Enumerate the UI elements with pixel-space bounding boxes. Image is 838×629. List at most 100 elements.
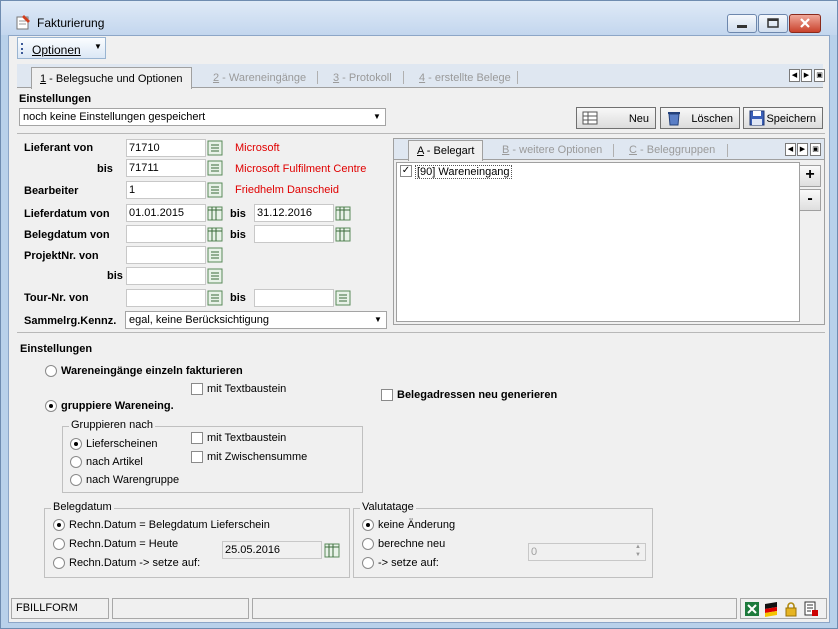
rechn-heute-radio[interactable] bbox=[53, 538, 65, 550]
lieferscheinen-radio[interactable] bbox=[70, 438, 82, 450]
maximize-button[interactable] bbox=[758, 14, 788, 33]
spin-up-icon[interactable]: ▲ bbox=[635, 544, 644, 551]
belegart-item-label: [90] Wareneingang bbox=[415, 165, 512, 179]
calendar-icon[interactable] bbox=[335, 205, 351, 221]
belegdatum-label: Belegdatum von bbox=[24, 229, 110, 241]
lookup-grid-icon[interactable] bbox=[207, 160, 223, 176]
gruppe-textbaustein-checkbox[interactable] bbox=[191, 432, 203, 444]
add-button[interactable]: + bbox=[799, 165, 821, 187]
lookup-grid-icon[interactable] bbox=[207, 268, 223, 284]
tab-prev-icon[interactable]: ◀ bbox=[789, 69, 800, 82]
zwischensumme-checkbox[interactable] bbox=[191, 451, 203, 463]
tab-window-icon[interactable]: ▣ bbox=[814, 69, 825, 82]
tab-next-icon[interactable]: ▶ bbox=[801, 69, 812, 82]
nach-artikel-radio[interactable] bbox=[70, 456, 82, 468]
excel-icon[interactable] bbox=[744, 601, 760, 617]
keine-aenderung-radio[interactable] bbox=[362, 519, 374, 531]
lieferdatum-label: Lieferdatum von bbox=[24, 208, 110, 220]
tab-prev-icon[interactable]: ◀ bbox=[785, 143, 796, 156]
bearbeiter-value: 1 bbox=[129, 184, 136, 196]
lookup-grid-icon[interactable] bbox=[207, 182, 223, 198]
save-button-label: Speichern bbox=[766, 113, 816, 125]
list-item[interactable]: ✓ [90] Wareneingang bbox=[400, 165, 600, 179]
sammel-combo[interactable]: egal, keine Berücksichtigung ▼ bbox=[125, 311, 387, 329]
optionen-menu[interactable]: Optionen ▼ bbox=[17, 37, 106, 59]
mit-textbaustein-checkbox[interactable] bbox=[191, 383, 203, 395]
lieferscheinen-label: Lieferscheinen bbox=[86, 438, 158, 450]
belegdatum-bis-label: bis bbox=[230, 229, 246, 241]
rechn-setze-radio[interactable] bbox=[53, 557, 65, 569]
new-button[interactable]: Neu bbox=[576, 107, 656, 129]
belegdatum-von-input[interactable] bbox=[126, 225, 206, 243]
lookup-grid-icon[interactable] bbox=[207, 140, 223, 156]
save-button[interactable]: Speichern bbox=[743, 107, 823, 129]
lookup-grid-icon[interactable] bbox=[335, 290, 351, 306]
tab-beleggruppen[interactable]: C - Beleggruppen bbox=[621, 140, 723, 161]
chevron-down-icon: ▼ bbox=[373, 112, 381, 121]
options-heading: Einstellungen bbox=[20, 343, 93, 355]
belegadressen-label: Belegadressen neu generieren bbox=[397, 389, 558, 401]
close-button[interactable] bbox=[789, 14, 821, 33]
title-bar[interactable]: Fakturierung bbox=[1, 1, 837, 35]
gruppiere-radio[interactable] bbox=[45, 400, 57, 412]
tab-window-icon[interactable]: ▣ bbox=[810, 143, 821, 156]
nach-warengruppe-radio[interactable] bbox=[70, 474, 82, 486]
lookup-grid-icon[interactable] bbox=[207, 290, 223, 306]
lieferant-bis-name: Microsoft Fulfilment Centre bbox=[235, 163, 367, 175]
document-icon[interactable] bbox=[803, 601, 819, 617]
bearbeiter-label: Bearbeiter bbox=[24, 185, 79, 197]
german-flag-icon[interactable] bbox=[763, 601, 779, 617]
tab-belegsuche[interactable]: 1 - Belegsuche und Optionen bbox=[31, 67, 192, 89]
status-form-text: FBILLFORM bbox=[16, 602, 78, 614]
tab-wareneingaenge[interactable]: 2 - Wareneingänge bbox=[205, 67, 314, 88]
lieferdatum-von-input[interactable]: 01.01.2015 bbox=[126, 204, 206, 222]
tab-protokoll[interactable]: 3 - Protokoll bbox=[325, 67, 400, 88]
einzeln-radio[interactable] bbox=[45, 365, 57, 377]
belegart-list[interactable]: ✓ [90] Wareneingang bbox=[396, 162, 800, 322]
lieferant-bis-value: 71711 bbox=[129, 162, 159, 174]
settings-combo[interactable]: noch keine Einstellungen gespeichert ▼ bbox=[19, 108, 386, 126]
projekt-von-input[interactable] bbox=[126, 246, 206, 264]
belegadressen-checkbox[interactable] bbox=[381, 389, 393, 401]
lookup-grid-icon[interactable] bbox=[207, 247, 223, 263]
lieferant-von-input[interactable]: 71710 bbox=[126, 139, 206, 157]
rechn-belegdatum-radio[interactable] bbox=[53, 519, 65, 531]
tour-von-input[interactable] bbox=[126, 289, 206, 307]
valuta-setze-label: -> setze auf: bbox=[378, 557, 439, 569]
valuta-setze-radio[interactable] bbox=[362, 557, 374, 569]
remove-button[interactable]: - bbox=[799, 189, 821, 211]
bearbeiter-input[interactable]: 1 bbox=[126, 181, 206, 199]
lieferdatum-von-value: 01.01.2015 bbox=[129, 207, 185, 219]
calendar-icon[interactable] bbox=[207, 226, 223, 242]
rechn-setze-label: Rechn.Datum -> setze auf: bbox=[69, 557, 201, 569]
belegart-checkbox[interactable]: ✓ bbox=[400, 165, 412, 177]
valuta-days-input[interactable]: 0 bbox=[528, 543, 646, 561]
divider bbox=[17, 332, 825, 333]
berechne-neu-radio[interactable] bbox=[362, 538, 374, 550]
lock-icon[interactable] bbox=[783, 601, 799, 617]
lieferdatum-bis-input[interactable]: 31.12.2016 bbox=[254, 204, 334, 222]
tab-belegart[interactable]: A - Belegart bbox=[408, 140, 484, 161]
tab-next-icon[interactable]: ▶ bbox=[797, 143, 808, 156]
status-pane bbox=[112, 598, 249, 619]
status-icons-pane bbox=[740, 598, 827, 619]
belegdatum-bis-input[interactable] bbox=[254, 225, 334, 243]
tour-bis-input[interactable] bbox=[254, 289, 334, 307]
main-tab-strip: 1 - Belegsuche und Optionen 2 - Warenein… bbox=[17, 64, 825, 89]
lieferant-von-name: Microsoft bbox=[235, 142, 280, 154]
spin-down-icon[interactable]: ▼ bbox=[635, 552, 644, 559]
lieferant-bis-input[interactable]: 71711 bbox=[126, 159, 206, 177]
calendar-icon[interactable] bbox=[335, 226, 351, 242]
bearbeiter-name: Friedhelm Danscheid bbox=[235, 184, 339, 196]
calendar-icon[interactable] bbox=[207, 205, 223, 221]
calendar-icon[interactable] bbox=[324, 542, 340, 558]
delete-button[interactable]: Löschen bbox=[660, 107, 740, 129]
tab-erstellte-belege[interactable]: 4 - erstellte Belege bbox=[411, 67, 519, 88]
tab-weitere-optionen[interactable]: B - weitere Optionen bbox=[494, 140, 610, 161]
projekt-bis-input[interactable] bbox=[126, 267, 206, 285]
minimize-button[interactable] bbox=[727, 14, 757, 33]
rechn-date-input[interactable]: 25.05.2016 bbox=[222, 541, 322, 559]
toolbar-grip bbox=[21, 43, 23, 54]
grid-new-icon bbox=[582, 111, 598, 125]
client-area: Optionen ▼ 1 - Belegsuche und Optionen 2… bbox=[8, 35, 830, 623]
